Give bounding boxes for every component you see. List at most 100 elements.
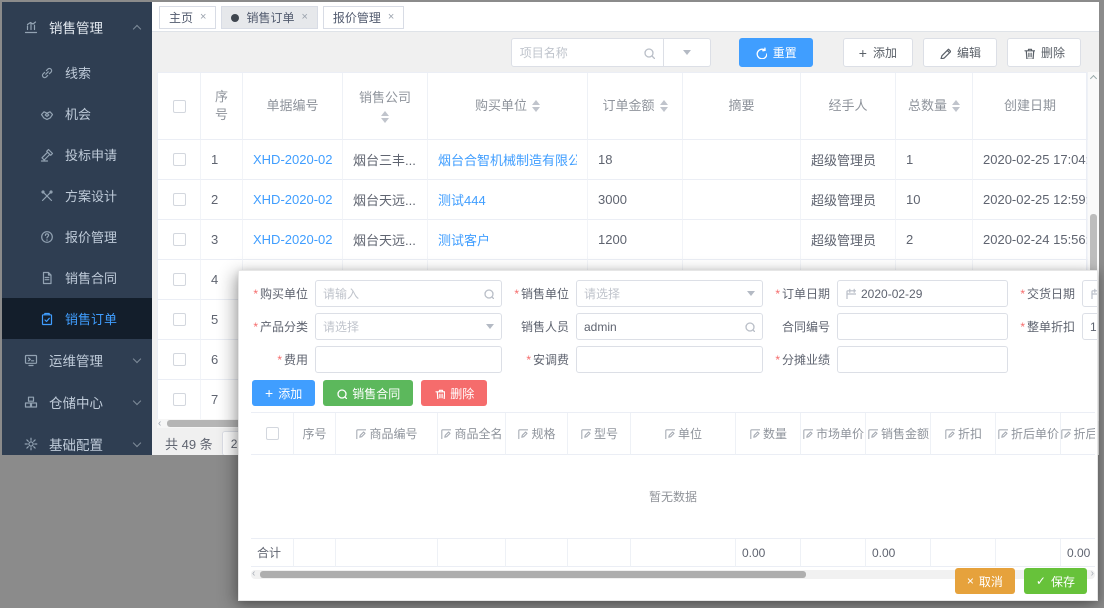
row-checkbox[interactable] — [173, 233, 186, 246]
row-checkbox[interactable] — [173, 153, 186, 166]
edit-icon — [939, 47, 951, 59]
sidebar-group-warehouse-center[interactable]: 仓储中心 — [2, 381, 152, 423]
close-icon[interactable]: × — [200, 12, 206, 23]
calendar-icon — [845, 288, 856, 299]
header-doc-no: 单据编号 — [243, 73, 343, 140]
close-icon[interactable]: × — [388, 12, 394, 23]
cell-seq: 5 — [201, 300, 243, 340]
close-icon[interactable]: × — [301, 12, 307, 23]
reset-button[interactable]: 重置 — [739, 38, 813, 67]
sidebar-group-ops-management[interactable]: 运维管理 — [2, 339, 152, 381]
sidebar-item-sales-contract[interactable]: 销售合同 — [2, 257, 152, 298]
delete-icon — [1023, 47, 1035, 59]
edit-column-icon — [802, 428, 813, 439]
required-mark: * — [1020, 320, 1025, 334]
required-mark: * — [253, 320, 258, 334]
sidebar-item-leads[interactable]: 线索 — [2, 52, 152, 93]
field-label: 安调费 — [533, 353, 569, 367]
edit-column-icon — [1061, 428, 1071, 439]
footer-sales-total: 0.00 — [866, 539, 931, 567]
header-product-code: 商品编号 — [336, 413, 438, 455]
sidebar-item-quote-management[interactable]: 报价管理 — [2, 216, 152, 257]
search-field-dropdown[interactable] — [664, 38, 711, 67]
add-button[interactable]: + 添加 — [843, 38, 913, 67]
footer-final-total: 0.00 — [1061, 539, 1095, 567]
search-icon[interactable] — [744, 321, 755, 332]
header-amount[interactable]: 订单金额 — [588, 73, 683, 140]
dialog-add-item-button[interactable]: + 添加 — [252, 380, 315, 406]
search-icon[interactable] — [483, 288, 494, 299]
tab-sales-order[interactable]: 销售订单 × — [221, 6, 317, 29]
select-all-checkbox[interactable] — [173, 100, 186, 113]
scroll-left-arrow-icon[interactable]: ‹ — [158, 418, 161, 429]
performance-input[interactable] — [845, 353, 1000, 367]
cancel-button[interactable]: × 取消 — [955, 568, 1015, 594]
header-buyer[interactable]: 购买单位 — [428, 73, 588, 140]
row-checkbox[interactable] — [173, 353, 186, 366]
chevron-up-icon — [133, 24, 141, 32]
sort-icon[interactable] — [952, 100, 960, 112]
sort-icon[interactable] — [532, 100, 540, 112]
sort-icon[interactable] — [660, 100, 668, 112]
sidebar-item-label: 线索 — [65, 63, 91, 82]
caret-down-icon — [683, 50, 691, 55]
search-input[interactable] — [520, 46, 637, 60]
close-icon: × — [967, 574, 974, 588]
tab-bar: 主页 × 销售订单 × 报价管理 × — [152, 2, 1099, 32]
contract-no-input[interactable] — [845, 320, 1000, 334]
buyer-link[interactable]: 测试客户 — [438, 230, 490, 249]
sidebar-item-solution-design[interactable]: 方案设计 — [2, 175, 152, 216]
buyer-link[interactable]: 测试444 — [438, 190, 486, 209]
scroll-left-arrow-icon[interactable]: ‹ — [252, 568, 255, 579]
sidebar-item-opportunities[interactable]: 机会 — [2, 93, 152, 134]
warehouse-icon — [24, 395, 38, 409]
row-checkbox[interactable] — [173, 193, 186, 206]
install-fee-input[interactable] — [584, 353, 755, 367]
category-select[interactable]: 请选择 — [315, 313, 502, 340]
tab-home[interactable]: 主页 × — [159, 6, 216, 29]
sidebar-item-sales-order[interactable]: 销售订单 — [2, 298, 152, 339]
select-all-cell — [158, 73, 201, 140]
dialog-delete-item-button[interactable]: 删除 — [421, 380, 487, 406]
search-icon[interactable] — [643, 47, 655, 59]
save-button[interactable]: ✓ 保存 — [1024, 568, 1087, 594]
scroll-up-arrow-icon[interactable] — [1089, 75, 1096, 82]
dialog-scrollbar-thumb[interactable] — [260, 571, 806, 578]
gavel-icon — [40, 148, 54, 162]
seller-select[interactable]: 请选择 — [576, 280, 763, 307]
tab-quote-management[interactable]: 报价管理 × — [323, 6, 404, 29]
dialog-sales-contract-button[interactable]: 销售合同 — [323, 380, 413, 406]
select-all-checkbox[interactable] — [266, 427, 279, 440]
row-checkbox[interactable] — [173, 273, 186, 286]
sidebar-root-sales-management[interactable]: 销售管理 — [2, 2, 152, 52]
field-cost: *费用 — [245, 346, 502, 373]
doc-no-link[interactable]: XHD-2020-02-... — [253, 192, 332, 207]
scroll-right-arrow-icon[interactable]: › — [1091, 568, 1094, 579]
total-count: 共 49 条 — [165, 434, 213, 453]
required-mark: * — [775, 287, 780, 301]
active-tab-dot — [231, 14, 239, 22]
header-company[interactable]: 销售公司 — [343, 73, 428, 140]
buyer-input[interactable] — [323, 287, 478, 301]
edit-button[interactable]: 编辑 — [923, 38, 997, 67]
row-checkbox[interactable] — [173, 313, 186, 326]
delete-button[interactable]: 删除 — [1007, 38, 1081, 67]
sidebar-item-label: 机会 — [65, 104, 91, 123]
field-contract-no: 合同编号 — [767, 313, 1008, 340]
sort-icon[interactable] — [381, 111, 389, 123]
sidebar-group-basic-config[interactable]: 基础配置 — [2, 423, 152, 455]
doc-no-link[interactable]: XHD-2020-02-... — [253, 152, 332, 167]
row-checkbox[interactable] — [173, 393, 186, 406]
delivery-date-picker[interactable]: 2020-02-29 — [1082, 280, 1098, 307]
table-row: 3 XHD-2020-02-... 烟台天远... 测试客户 1200 超级管理… — [158, 220, 1086, 260]
order-date-picker[interactable]: 2020-02-29 — [837, 280, 1008, 307]
header-qty[interactable]: 总数量 — [896, 73, 973, 140]
cost-input[interactable] — [323, 353, 494, 367]
sidebar-item-bid-application[interactable]: 投标申请 — [2, 134, 152, 175]
doc-no-link[interactable]: XHD-2020-02-... — [253, 232, 332, 247]
cell-created: 2020-02-25 17:04:3 — [973, 140, 1088, 180]
salesperson-input[interactable] — [584, 320, 739, 334]
plus-icon: + — [859, 46, 867, 60]
discount-input[interactable] — [1090, 320, 1098, 334]
buyer-link[interactable]: 烟台合智机械制造有限公司 — [438, 150, 577, 169]
